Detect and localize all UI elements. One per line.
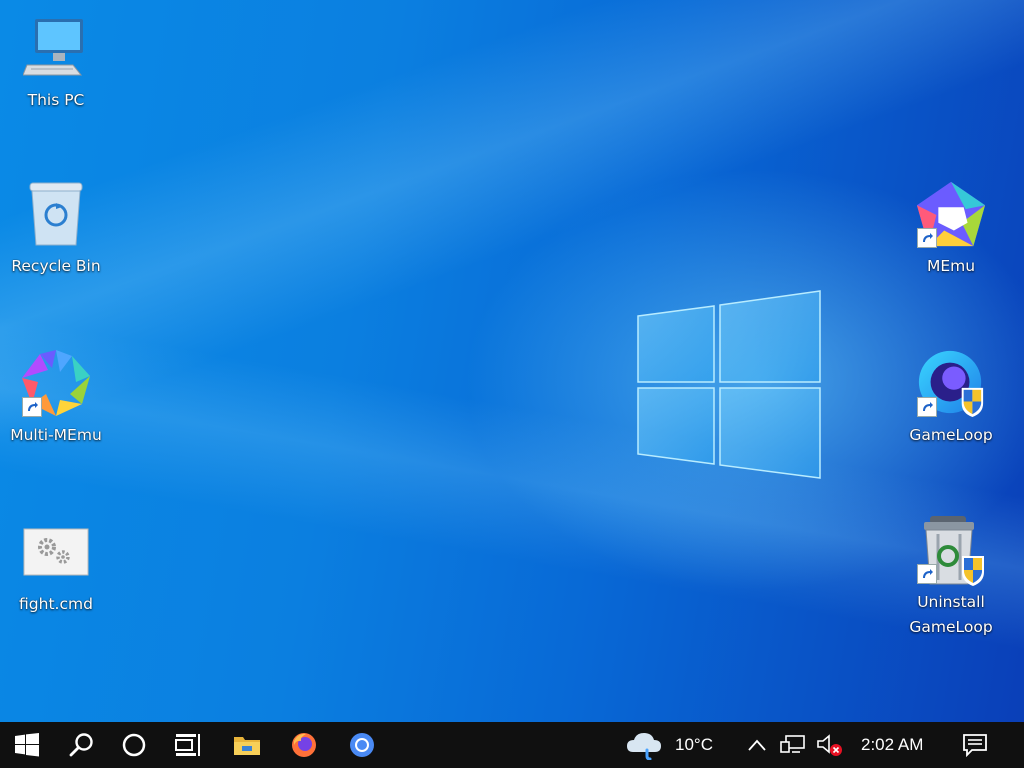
start-button[interactable]	[2, 722, 52, 768]
cmd-file-icon	[20, 516, 92, 588]
memu-icon	[915, 178, 987, 250]
search-button[interactable]	[57, 722, 107, 768]
notification-icon	[963, 734, 987, 757]
desktop-icon-multi-memu[interactable]: Multi-MEmu	[1, 347, 111, 448]
desktop-icon-label: Uninstall GameLoop	[909, 593, 993, 636]
desktop-icon-fight-cmd[interactable]: fight.cmd	[1, 516, 111, 617]
volume-button[interactable]	[812, 722, 846, 768]
desktop-icon-uninstall-gameloop[interactable]: Uninstall GameLoop	[896, 514, 1006, 640]
weather-temperature[interactable]: 10°C	[675, 722, 713, 768]
computer-icon	[20, 12, 92, 84]
taskbar-file-explorer[interactable]	[222, 722, 272, 768]
weather-icon	[627, 733, 661, 760]
firefox-icon	[292, 733, 316, 757]
taskbar: 10°C 2:02 AM	[0, 722, 1024, 768]
file-explorer-icon	[234, 737, 260, 755]
desktop-icon-this-pc[interactable]: This PC	[1, 12, 111, 113]
shortcut-arrow-icon	[917, 564, 937, 584]
desktop-icon-memu[interactable]: MEmu	[896, 178, 1006, 279]
show-hidden-icons-button[interactable]	[740, 722, 774, 768]
shortcut-arrow-icon	[22, 397, 42, 417]
network-button[interactable]	[776, 722, 810, 768]
start-icon	[15, 733, 39, 757]
desktop-icon-label: Multi-MEmu	[10, 426, 102, 444]
desktop-icon-label: Recycle Bin	[11, 257, 101, 275]
desktop-icon-label: This PC	[27, 91, 85, 109]
uninstall-gameloop-icon	[915, 514, 987, 586]
desktop-icon-gameloop[interactable]: GameLoop	[896, 347, 1006, 448]
gameloop-icon	[915, 347, 987, 419]
desktop-icon-recycle-bin[interactable]: Recycle Bin	[1, 178, 111, 279]
desktop: This PC Recycle Bin Multi-MEmu fight.cmd…	[0, 0, 1024, 722]
cortana-button[interactable]	[109, 722, 159, 768]
task-view-icon	[175, 734, 200, 756]
volume-muted-icon	[817, 734, 842, 756]
desktop-icon-label: MEmu	[926, 257, 976, 275]
clock[interactable]: 2:02 AM	[861, 722, 923, 768]
recycle-bin-icon	[20, 178, 92, 250]
task-view-button[interactable]	[163, 722, 213, 768]
windows-logo-wallpaper	[637, 290, 821, 479]
shortcut-arrow-icon	[917, 397, 937, 417]
multi-memu-icon	[20, 347, 92, 419]
action-center-button[interactable]	[950, 722, 1000, 768]
taskbar-firefox[interactable]	[279, 722, 329, 768]
chevron-up-icon	[748, 739, 766, 751]
network-icon	[780, 735, 805, 753]
desktop-icon-label: fight.cmd	[19, 595, 93, 613]
wallpaper-light-beam	[0, 0, 1024, 722]
taskbar-chrome[interactable]	[337, 722, 387, 768]
search-icon	[69, 733, 93, 757]
chrome-icon	[350, 733, 374, 757]
weather-widget-icon-button[interactable]	[620, 722, 668, 768]
shortcut-arrow-icon	[917, 228, 937, 248]
desktop-icon-label: GameLoop	[909, 426, 993, 444]
cortana-icon	[122, 733, 146, 757]
